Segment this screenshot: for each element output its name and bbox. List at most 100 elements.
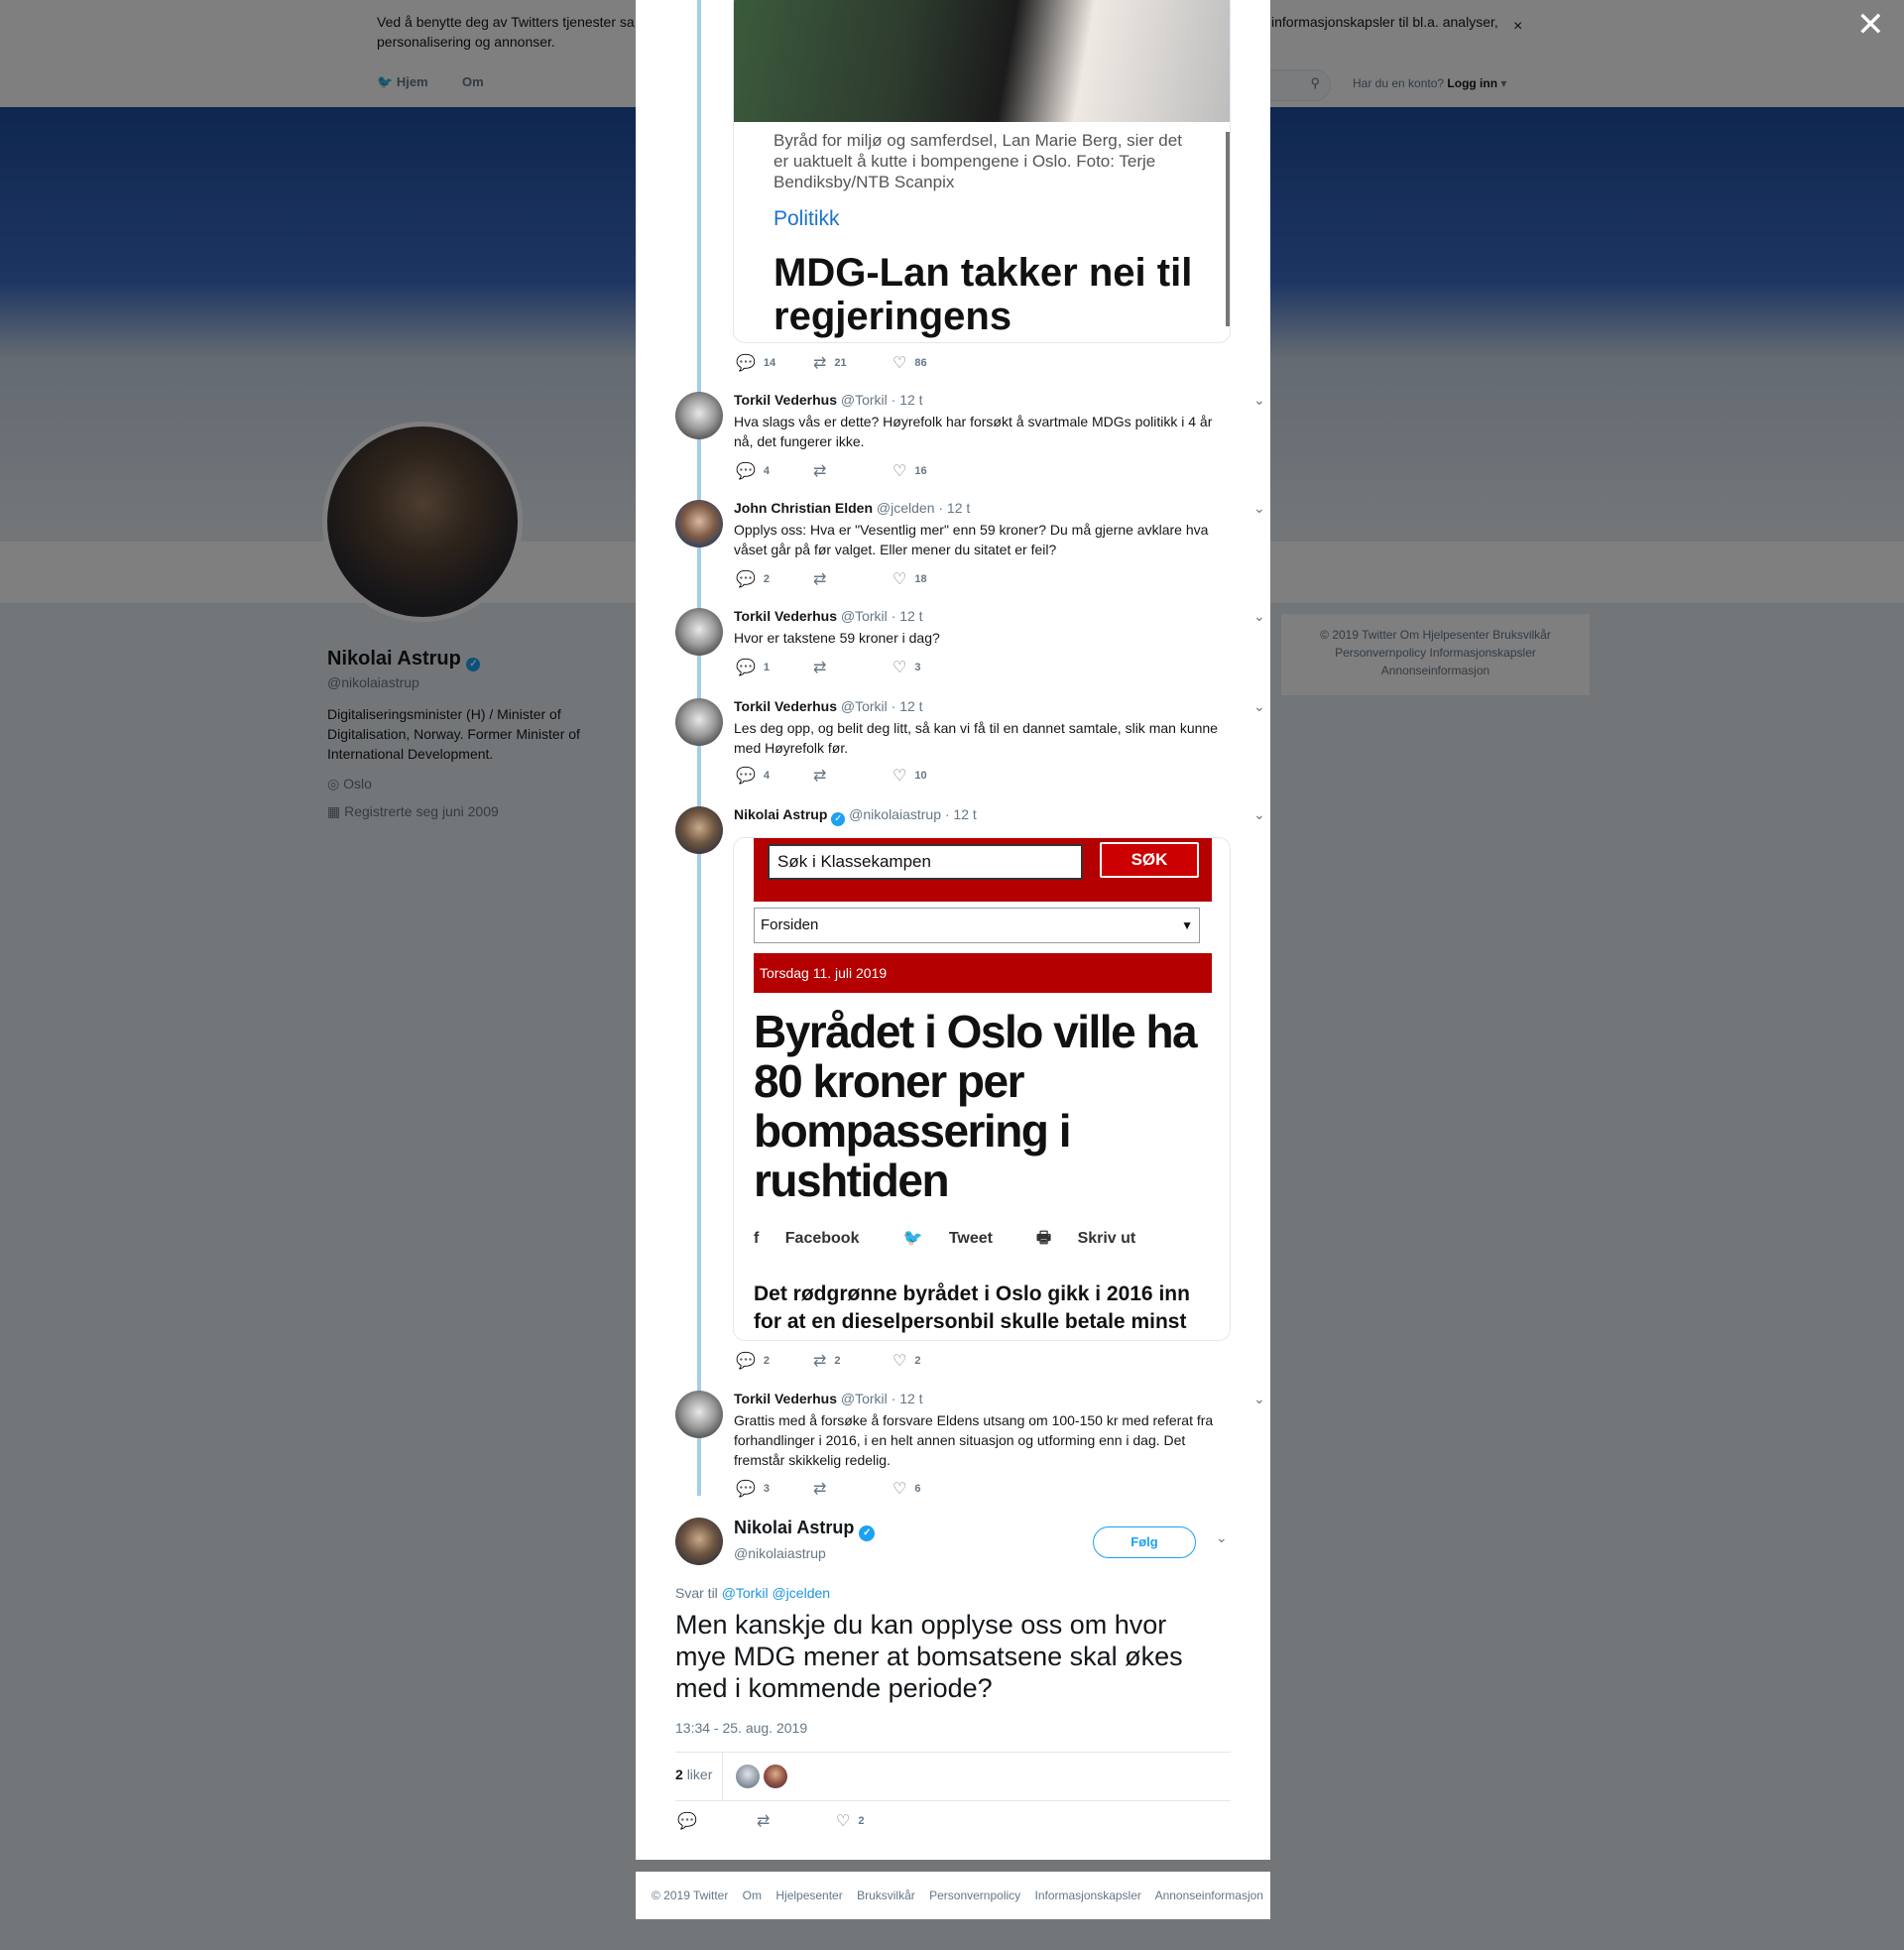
retweet-button[interactable]: ⇄ (813, 461, 834, 481)
author-name[interactable]: John Christian Elden (734, 500, 873, 516)
reply-icon: 💬 (736, 1481, 756, 1498)
avatar[interactable] (675, 806, 723, 854)
tweet-stats: 2 liker (675, 1752, 1231, 1801)
chevron-down-icon[interactable]: ⌄ (1253, 806, 1265, 823)
author-handle[interactable]: @Torkil (841, 392, 888, 408)
facebook-share: f Facebook (754, 1230, 860, 1247)
retweet-button[interactable]: ⇄ (813, 569, 834, 589)
author-name[interactable]: Nikolai Astrup (734, 806, 827, 822)
close-modal-button[interactable]: ✕ (1856, 8, 1885, 42)
chevron-down-icon[interactable]: ⌄ (1216, 1529, 1228, 1546)
tweet-text: Les deg opp, og belit deg litt, så kan v… (734, 720, 1218, 756)
tweet-time[interactable]: · 12 t (892, 608, 923, 624)
footer-link[interactable]: Om (743, 1889, 762, 1902)
tweet-time[interactable]: · 12 t (892, 1391, 923, 1406)
retweet-icon: ⇄ (813, 1353, 827, 1370)
retweet-button[interactable]: ⇄ (757, 1811, 770, 1831)
chevron-down-icon[interactable]: ⌄ (1253, 500, 1265, 517)
author-handle[interactable]: @nikolaiastrup (734, 1545, 826, 1561)
reply-button[interactable]: 💬 (677, 1811, 697, 1831)
reply-button[interactable]: 💬 3 (736, 1479, 770, 1499)
author-name[interactable]: Torkil Vederhus (734, 392, 837, 408)
chevron-down-icon[interactable]: ⌄ (1253, 608, 1265, 625)
heart-icon: ♡ (892, 571, 907, 588)
author-name[interactable]: Torkil Vederhus (734, 1391, 837, 1406)
tweet-image-newspaper[interactable]: Søk i Klassekampen SØK Forsiden ▼ Torsdag… (733, 837, 1231, 1341)
facebook-icon: f (754, 1230, 760, 1247)
likes-count-link[interactable]: 2 liker (675, 1767, 712, 1782)
reply-button[interactable]: 💬 14 (736, 353, 775, 373)
thread-line (697, 0, 701, 1496)
author-name[interactable]: Nikolai Astrup ✓ (734, 1518, 876, 1541)
footer-link[interactable]: Personvernpolicy (929, 1889, 1020, 1902)
avatar[interactable] (675, 500, 723, 548)
reply-button[interactable]: 💬 1 (736, 658, 770, 677)
tweet-text: Grattis med å forsøke å forsvare Eldens … (734, 1412, 1214, 1468)
footer-link[interactable]: Annonseinformasjon (1155, 1889, 1263, 1902)
retweet-icon: ⇄ (813, 571, 827, 588)
chevron-down-icon[interactable]: ⌄ (1253, 698, 1265, 715)
author-handle[interactable]: @Torkil (841, 698, 888, 714)
retweet-button[interactable]: ⇄ 2 (813, 1351, 841, 1371)
link-card-article[interactable]: Byråd for miljø og samferdsel, Lan Marie… (733, 0, 1231, 343)
avatar[interactable] (764, 1765, 787, 1788)
like-button[interactable]: ♡ 10 (892, 766, 927, 786)
reply-button[interactable]: 💬 4 (736, 461, 770, 481)
author-handle[interactable]: @nikolaiastrup (849, 806, 941, 822)
avatar[interactable] (675, 392, 723, 439)
retweet-button[interactable]: ⇄ 21 (813, 353, 847, 373)
article-caption: Byråd for miljø og samferdsel, Lan Marie… (774, 131, 1182, 191)
author-handle[interactable]: @Torkil (841, 1391, 888, 1406)
like-button[interactable]: ♡ 86 (892, 353, 927, 373)
author-handle[interactable]: @Torkil (841, 608, 888, 624)
retweet-button[interactable]: ⇄ (813, 1479, 834, 1499)
article-section: Politikk (774, 207, 840, 230)
reply-icon: 💬 (736, 463, 756, 480)
heart-icon: ♡ (836, 1813, 851, 1830)
footer-link[interactable]: Hjelpesenter (775, 1889, 842, 1902)
footer-link[interactable]: Informasjonskapsler (1035, 1889, 1141, 1902)
reply-icon: 💬 (736, 768, 756, 785)
mention-link[interactable]: @Torkil (722, 1585, 769, 1601)
avatar[interactable] (675, 1518, 723, 1565)
like-button[interactable]: ♡ 6 (892, 1479, 920, 1499)
avatar[interactable] (675, 698, 723, 746)
article-photo (734, 0, 1230, 122)
like-button[interactable]: ♡ 2 (836, 1811, 864, 1831)
main-tweet-text: Men kanskje du kan opplyse oss om hvor m… (675, 1610, 1183, 1703)
tweet-time[interactable]: · 12 t (892, 698, 923, 714)
newspaper-headline: Byrådet i Oslo ville ha 80 kroner per bo… (754, 1006, 1198, 1206)
like-button[interactable]: ♡ 16 (892, 461, 927, 481)
like-button[interactable]: ♡ 2 (892, 1351, 920, 1371)
avatar[interactable] (675, 1391, 723, 1438)
reply-icon: 💬 (736, 355, 756, 372)
chevron-down-icon[interactable]: ⌄ (1253, 1391, 1265, 1407)
newspaper-share-bar: f Facebook 🐦 Tweet 🖶 Skriv ut (754, 1227, 1179, 1254)
avatar[interactable] (736, 1765, 760, 1788)
scrollbar[interactable] (1226, 132, 1230, 326)
follow-button[interactable]: Følg (1093, 1526, 1196, 1558)
verified-icon: ✓ (859, 1525, 876, 1541)
avatar[interactable] (675, 608, 723, 656)
footer-link[interactable]: Bruksvilkår (857, 1889, 915, 1902)
newspaper-search-input: Søk i Klassekampen (768, 844, 1083, 880)
tweet-time[interactable]: · 12 t (938, 500, 970, 516)
tweet-time[interactable]: · 12 t (892, 392, 923, 408)
author-handle[interactable]: @jcelden (877, 500, 935, 516)
mention-link[interactable]: @jcelden (772, 1585, 830, 1601)
reply-button[interactable]: 💬 2 (736, 1351, 770, 1371)
reply-button[interactable]: 💬 2 (736, 569, 770, 589)
tweet-timestamp[interactable]: 13:34 - 25. aug. 2019 (675, 1720, 807, 1736)
heart-icon: ♡ (892, 1481, 907, 1498)
like-button[interactable]: ♡ 3 (892, 658, 920, 677)
reply-button[interactable]: 💬 4 (736, 766, 770, 786)
like-button[interactable]: ♡ 18 (892, 569, 927, 589)
tweet-modal: Byråd for miljø og samferdsel, Lan Marie… (636, 0, 1270, 1860)
tweet-time[interactable]: · 12 t (945, 806, 977, 822)
retweet-button[interactable]: ⇄ (813, 766, 834, 786)
retweet-button[interactable]: ⇄ (813, 658, 834, 677)
author-name[interactable]: Torkil Vederhus (734, 608, 837, 624)
chevron-down-icon[interactable]: ⌄ (1253, 392, 1265, 409)
printer-icon: 🖶 (1036, 1230, 1052, 1247)
author-name[interactable]: Torkil Vederhus (734, 698, 837, 714)
